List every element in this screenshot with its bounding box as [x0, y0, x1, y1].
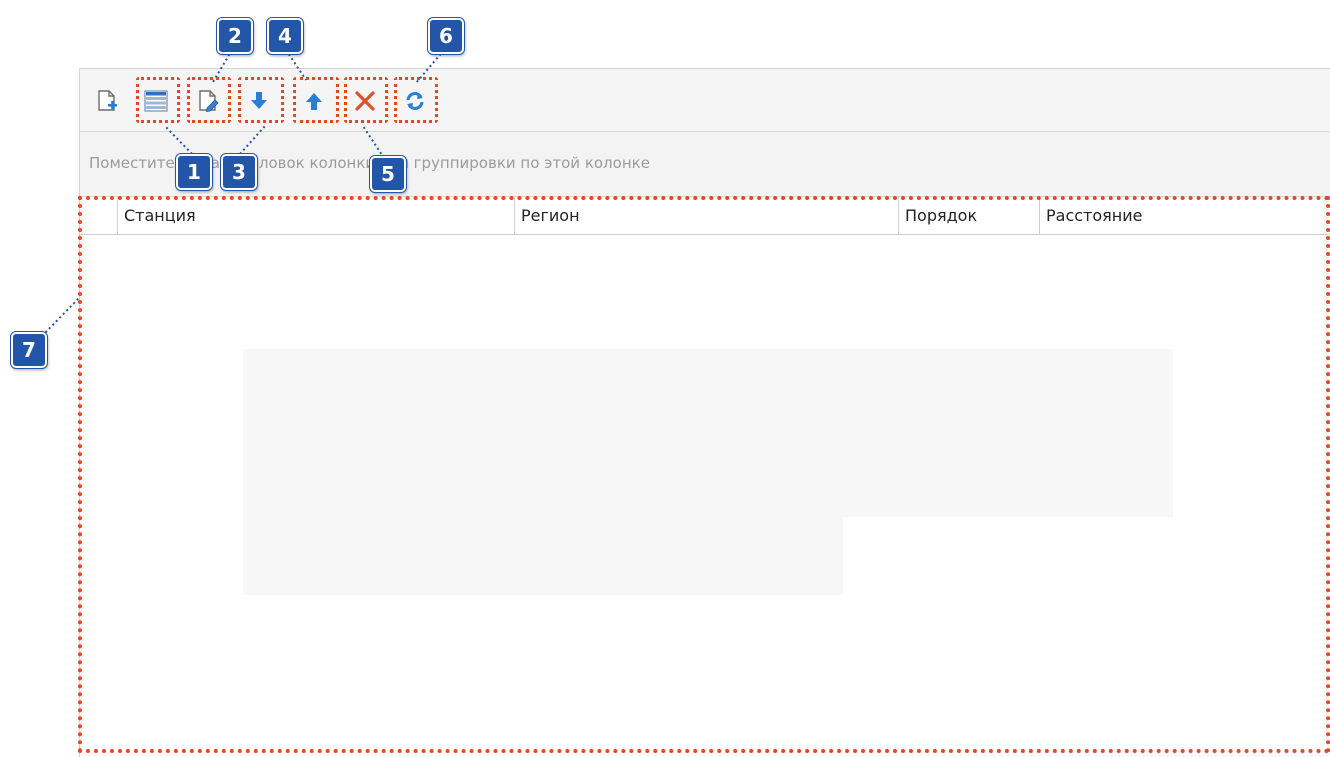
redacted-area	[243, 349, 1173, 407]
column-header-order[interactable]: Порядок	[899, 197, 1040, 234]
rows-button[interactable]	[143, 88, 169, 114]
callout-badge-6: 6	[428, 18, 464, 54]
callout-badge-3: 3	[221, 154, 257, 190]
column-header-distance[interactable]: Расстояние	[1040, 197, 1330, 234]
callout-badge-7: 7	[11, 332, 47, 368]
new-document-icon	[96, 89, 118, 113]
row-indicator-header	[80, 197, 118, 234]
edit-document-icon	[197, 89, 219, 113]
delete-icon	[354, 90, 376, 112]
callout-badge-5: 5	[370, 156, 406, 192]
new-button[interactable]	[94, 88, 120, 114]
callout-badge-1: 1	[176, 154, 212, 190]
grid-header: Станция Регион Порядок Расстояние	[80, 197, 1330, 235]
toolbar	[80, 69, 1330, 132]
stations-window: Поместите сюда заголовок колонки для гру…	[79, 68, 1330, 757]
delete-button[interactable]	[352, 88, 378, 114]
callout-badge-4: 4	[267, 18, 303, 54]
arrow-up-icon	[304, 91, 324, 111]
grid-rows-icon	[144, 90, 168, 112]
callout-badge-2: 2	[217, 18, 253, 54]
refresh-button[interactable]	[402, 88, 428, 114]
edit-button[interactable]	[195, 88, 221, 114]
move-down-button[interactable]	[246, 88, 272, 114]
arrow-down-icon	[249, 91, 269, 111]
stations-grid[interactable]: Станция Регион Порядок Расстояние	[80, 197, 1330, 757]
redacted-area	[243, 407, 843, 595]
refresh-icon	[404, 90, 426, 112]
move-up-button[interactable]	[301, 88, 327, 114]
column-header-station[interactable]: Станция	[118, 197, 515, 234]
redacted-area	[843, 407, 1173, 517]
column-header-region[interactable]: Регион	[515, 197, 899, 234]
group-by-panel[interactable]: Поместите сюда заголовок колонки для гру…	[80, 132, 1330, 197]
grid-body	[80, 235, 1330, 757]
